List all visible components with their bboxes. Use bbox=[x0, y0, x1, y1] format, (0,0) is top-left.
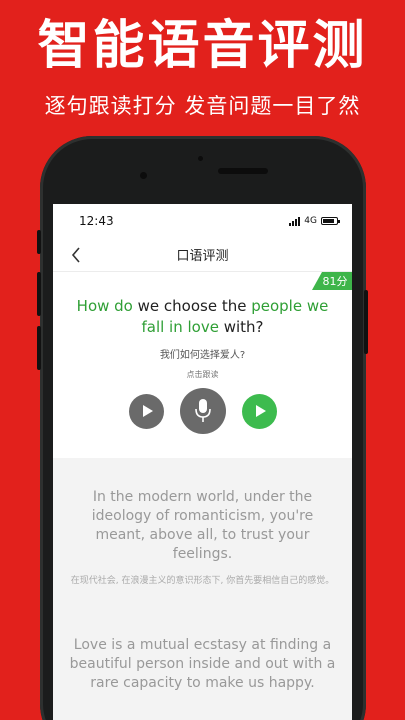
play-recording-icon bbox=[255, 405, 266, 417]
status-icons: 4G bbox=[289, 216, 340, 226]
page-title: 口语评测 bbox=[176, 249, 229, 264]
promo-subline: 逐句跟读打分 发音问题一目了然 bbox=[44, 94, 361, 118]
follow-read-hint: 点击跟读 bbox=[186, 370, 219, 379]
status-bar: 12:43 4G bbox=[53, 204, 352, 238]
phone-speaker bbox=[218, 168, 268, 174]
record-button[interactable] bbox=[179, 388, 226, 434]
score-badge: 81分 bbox=[312, 272, 352, 290]
paragraph-english: Love is a mutual ecstasy at finding a be… bbox=[69, 637, 336, 691]
sentence-correct-1: How do bbox=[76, 297, 133, 315]
sentence-normal-1: we choose the bbox=[132, 297, 252, 315]
power-button bbox=[364, 290, 368, 354]
microphone-icon bbox=[194, 399, 211, 422]
battery-icon bbox=[321, 217, 340, 225]
paragraph-chinese: 在现代社会, 在浪漫主义的意识形态下, 你首先要相信自己的感觉。 bbox=[70, 576, 335, 586]
paragraph-list: In the modern world, under the ideology … bbox=[53, 458, 352, 720]
signal-icon bbox=[289, 216, 301, 226]
volume-down-button bbox=[37, 326, 41, 370]
mute-switch bbox=[37, 230, 41, 254]
practice-sentence: How do we choose the people we fall in l… bbox=[53, 296, 352, 338]
paragraph-item[interactable]: Love is a mutual ecstasy at finding a be… bbox=[53, 636, 352, 693]
back-chevron-icon[interactable] bbox=[67, 245, 87, 265]
status-time: 12:43 bbox=[79, 214, 114, 228]
paragraph-item[interactable]: In the modern world, under the ideology … bbox=[53, 488, 352, 588]
volume-up-button bbox=[37, 272, 41, 316]
play-original-button[interactable] bbox=[128, 393, 164, 429]
nav-bar: 口语评测 bbox=[53, 238, 352, 272]
sentence-translation: 我们如何选择爱人? bbox=[159, 350, 246, 361]
play-recording-button[interactable] bbox=[241, 393, 277, 429]
play-icon bbox=[142, 405, 153, 417]
phone-camera bbox=[140, 172, 147, 179]
paragraph-english: In the modern world, under the ideology … bbox=[91, 489, 314, 562]
network-label: 4G bbox=[304, 216, 317, 226]
phone-sensor bbox=[198, 156, 203, 161]
sentence-normal-2: with? bbox=[218, 318, 264, 336]
playback-controls bbox=[53, 388, 352, 434]
app-screen: 12:43 4G 口语评测 81分 How do we choose the p… bbox=[53, 204, 352, 720]
promo-headline: 智能语音评测 bbox=[37, 16, 368, 76]
